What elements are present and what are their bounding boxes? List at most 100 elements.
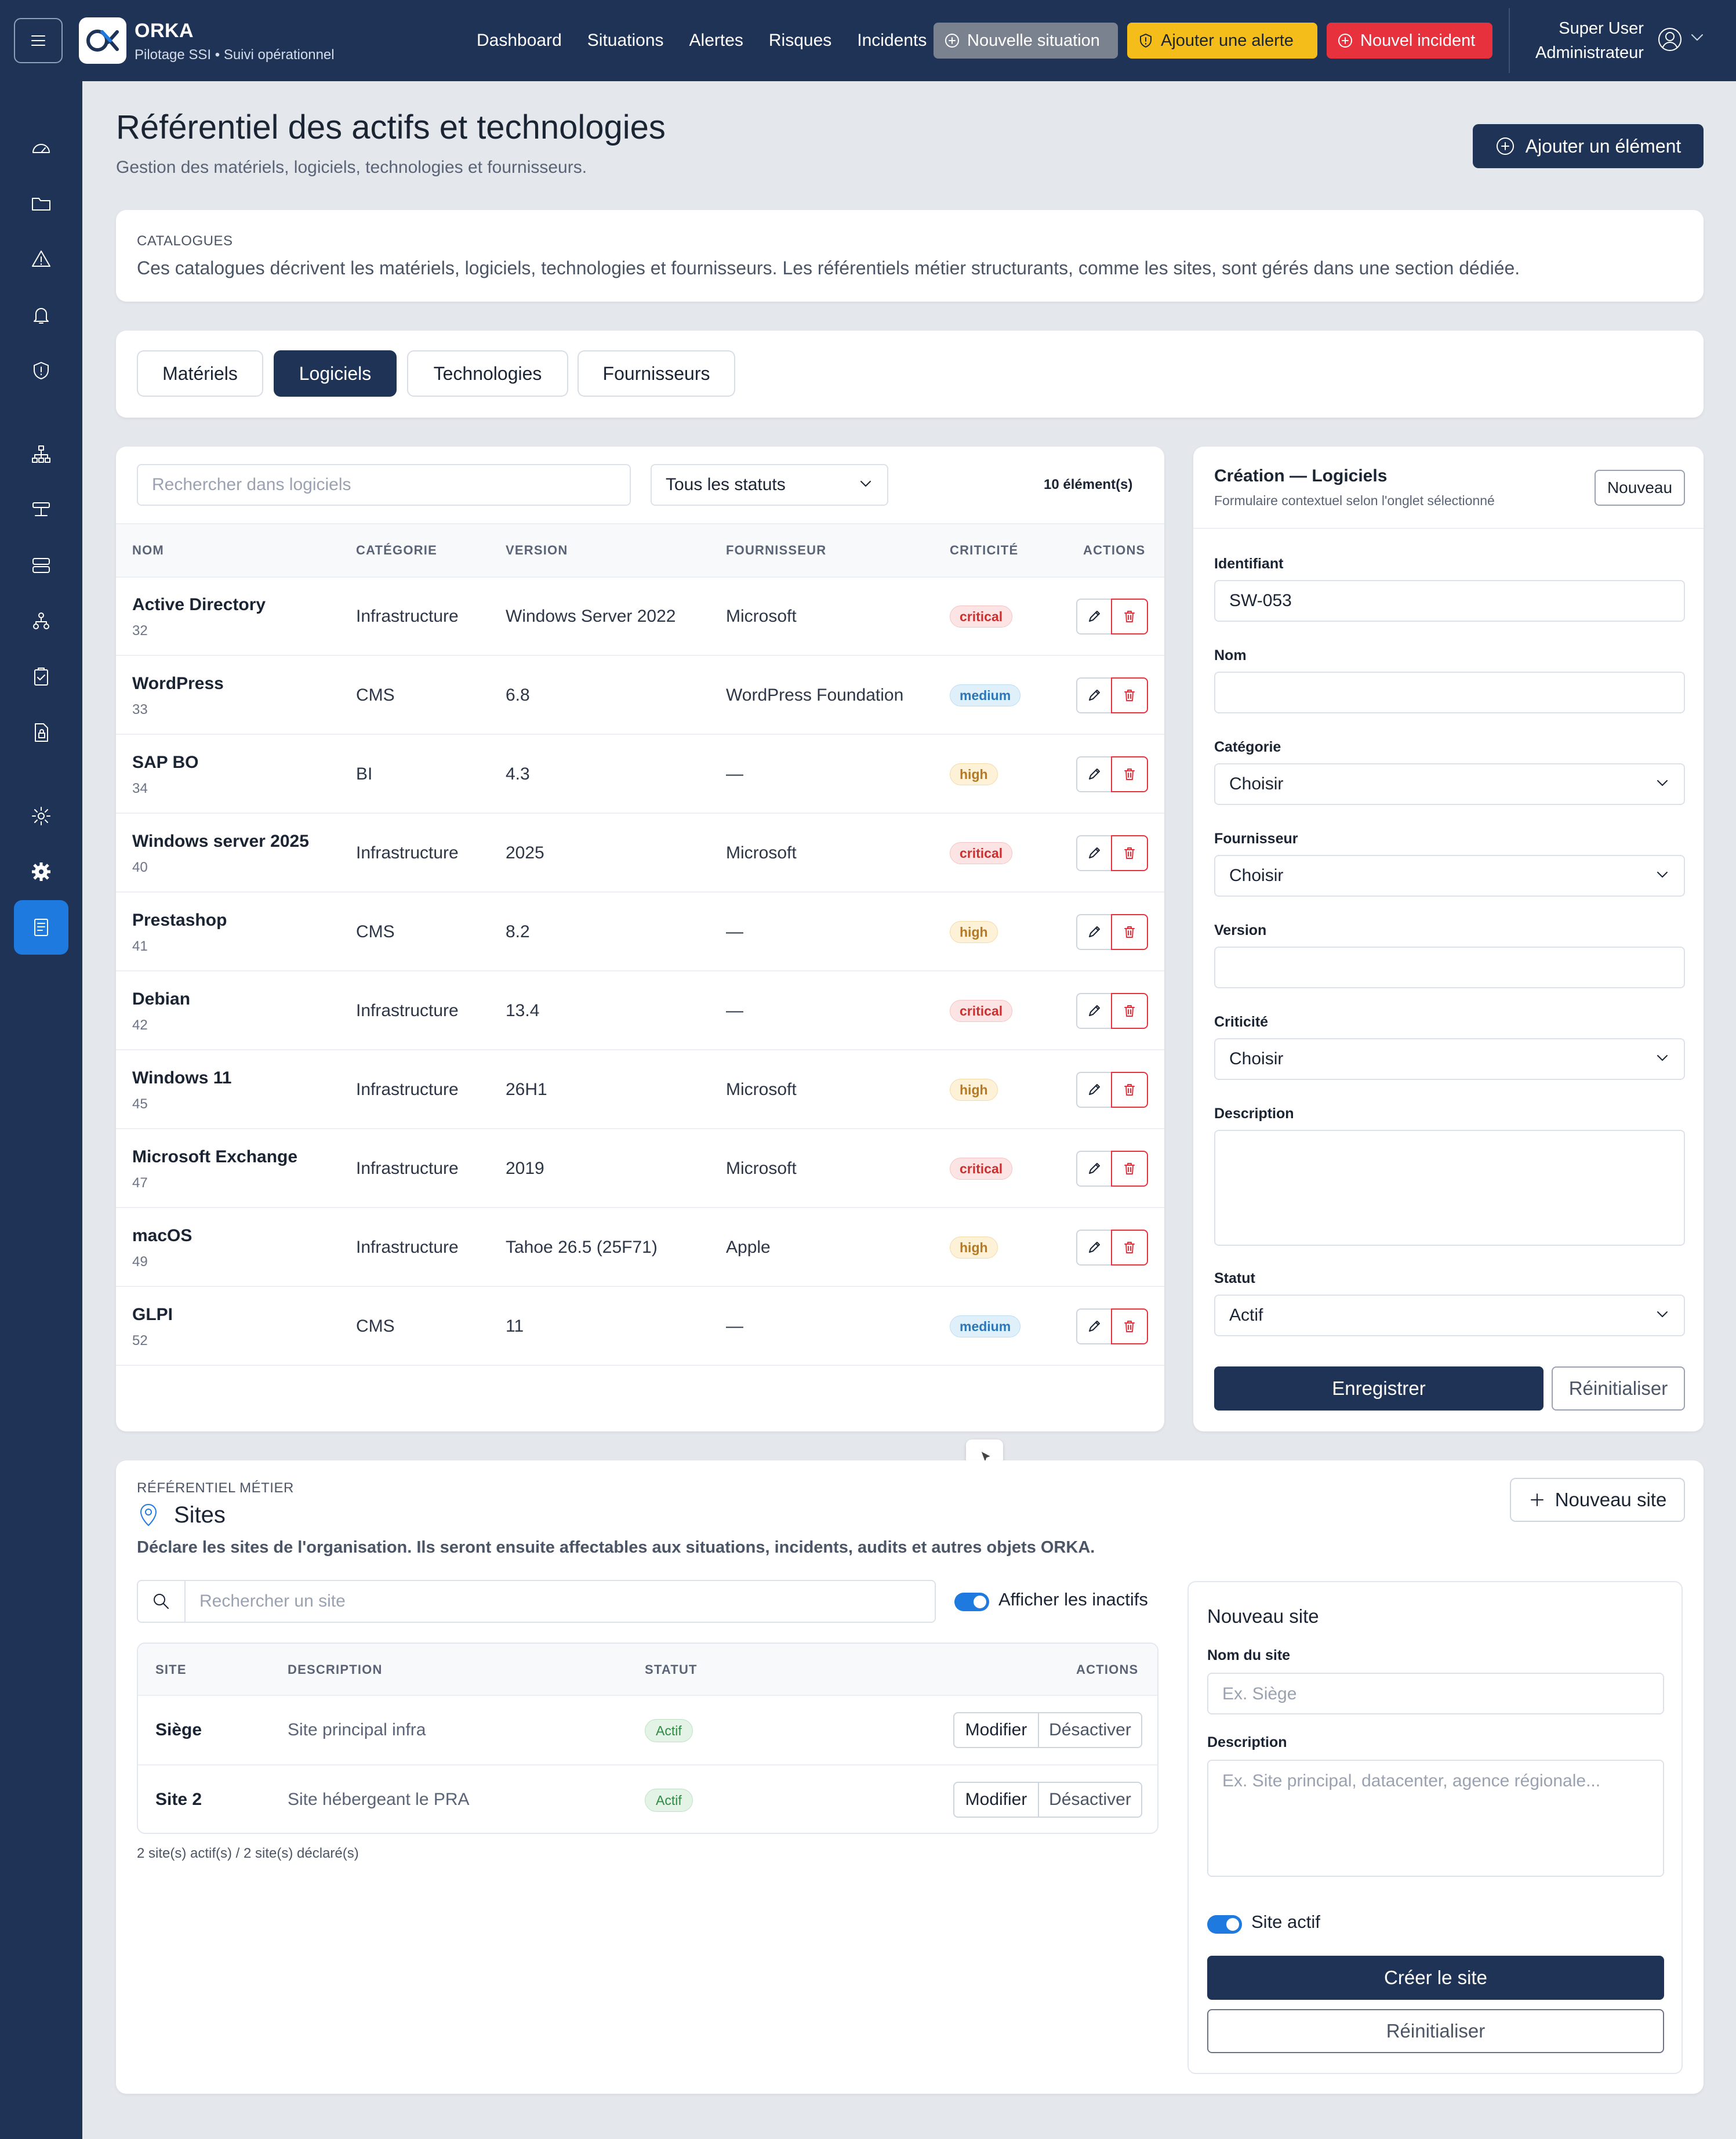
name-input[interactable] [1214,672,1685,713]
col-version[interactable]: VERSION [506,543,568,558]
status-select[interactable]: Actif [1214,1295,1685,1336]
page-subtitle: Gestion des matériels, logiciels, techno… [116,158,587,177]
delete-button[interactable] [1111,1230,1148,1266]
col-criticite[interactable]: CRITICITÉ [950,543,1018,558]
delete-button[interactable] [1111,599,1148,635]
sidebar-notifications[interactable] [14,288,68,342]
site-description-textarea[interactable]: Ex. Site principal, datacenter, agence r… [1207,1760,1664,1877]
sidebar-users[interactable] [14,594,68,648]
nav-incidents[interactable]: Incidents [844,23,939,58]
edit-button[interactable] [1076,1151,1112,1187]
sidebar-security[interactable] [14,343,68,398]
edit-button[interactable] [1076,756,1112,792]
delete-button[interactable] [1111,1151,1148,1187]
vendor-select[interactable]: Choisir [1214,855,1685,897]
tab-logiciels[interactable]: Logiciels [274,350,397,397]
trash-icon [1124,847,1135,859]
sidebar-admin[interactable] [14,844,68,899]
tab-materiels[interactable]: Matériels [137,350,263,397]
save-button[interactable]: Enregistrer [1214,1366,1543,1411]
delete-button[interactable] [1111,1308,1148,1344]
delete-button[interactable] [1111,914,1148,950]
software-name: Windows 11 [132,1068,232,1087]
id-input[interactable]: SW-053 [1214,580,1685,622]
delete-button[interactable] [1111,835,1148,871]
sidebar-alerts[interactable] [14,232,68,287]
users-tree-icon [33,612,49,629]
edit-button[interactable] [1076,993,1112,1029]
edit-button[interactable] [1076,914,1112,950]
nav-alertes[interactable]: Alertes [677,23,756,58]
user-menu[interactable]: Super User Administrateur [1535,16,1644,65]
sidebar-documents[interactable] [14,705,68,760]
site-search[interactable]: Rechercher un site [137,1580,936,1623]
version-input[interactable] [1214,947,1685,988]
new-incident-button[interactable]: Nouvel incident [1327,23,1492,59]
edit-button[interactable] [1076,599,1112,635]
edit-site-button[interactable]: Modifier [953,1782,1039,1818]
orka-logo[interactable] [79,17,126,64]
edit-button[interactable] [1076,1230,1112,1266]
table-row: macOS 49 Infrastructure Tahoe 26.5 (25F71) A… [116,1209,1164,1287]
nav-risques[interactable]: Risques [756,23,844,58]
status-filter-select[interactable]: Tous les statuts [651,464,888,506]
description-textarea[interactable] [1214,1130,1685,1246]
tab-technologies[interactable]: Technologies [407,350,568,397]
software-vendor: Microsoft [726,1159,797,1178]
criticality-select[interactable]: Choisir [1214,1038,1685,1080]
reset-site-button[interactable]: Réinitialiser [1207,2009,1664,2053]
deactivate-site-button[interactable]: Désactiver [1038,1712,1142,1748]
create-site-button[interactable]: Créer le site [1207,1956,1664,2000]
site-name-input[interactable]: Ex. Siège [1207,1673,1664,1714]
add-element-button[interactable]: Ajouter un élément [1473,124,1704,168]
user-avatar[interactable] [1657,27,1683,52]
col-categorie[interactable]: CATÉGORIE [356,543,437,558]
edit-button[interactable] [1076,1308,1112,1344]
sidebar-catalog[interactable] [14,900,68,955]
sidebar-organization[interactable] [14,427,68,481]
trash-icon [1124,1163,1135,1174]
category-select[interactable]: Choisir [1214,763,1685,805]
software-search-input[interactable]: Rechercher dans logiciels [137,464,631,506]
delete-button[interactable] [1111,993,1148,1029]
edit-button[interactable] [1076,677,1112,713]
delete-button[interactable] [1111,756,1148,792]
sidebar-situations[interactable] [14,176,68,231]
site-active-toggle[interactable] [1207,1915,1242,1934]
tab-fournisseurs[interactable]: Fournisseurs [578,350,735,397]
sidebar-dashboard[interactable] [14,121,68,175]
edit-button[interactable] [1076,835,1112,871]
table-row: Windows 11 45 Infrastructure 26H1 Microsoft h… [116,1051,1164,1129]
add-alert-label: Ajouter une alerte [1161,31,1294,50]
edit-button[interactable] [1076,1072,1112,1108]
menu-toggle-button[interactable] [14,18,63,63]
deactivate-site-button[interactable]: Désactiver [1038,1782,1142,1818]
nav-dashboard[interactable]: Dashboard [464,23,575,58]
delete-button[interactable] [1111,677,1148,713]
col-fournisseur[interactable]: FOURNISSEUR [726,543,826,558]
software-vendor: — [726,764,743,784]
criticality-badge: medium [950,684,1021,706]
sidebar-settings[interactable] [14,789,68,843]
col-nom[interactable]: NOM [132,543,164,558]
show-inactive-toggle[interactable] [954,1593,989,1611]
sidebar-audits[interactable] [14,650,68,704]
site-search-input[interactable]: Rechercher un site [199,1591,346,1611]
new-site-button[interactable]: Nouveau site [1510,1478,1685,1522]
map-pin-icon [137,1502,160,1528]
software-vendor: — [726,1001,743,1020]
edit-site-button[interactable]: Modifier [953,1712,1039,1748]
sites-section-label: RÉFÉRENTIEL MÉTIER [137,1480,294,1496]
delete-button[interactable] [1111,1072,1148,1108]
user-menu-chevron[interactable] [1690,31,1705,43]
bell-icon [34,308,49,324]
sidebar-network[interactable] [14,483,68,537]
add-alert-button[interactable]: Ajouter une alerte [1127,23,1317,59]
chevron-down-icon [1691,34,1703,41]
new-situation-button[interactable]: Nouvelle situation [934,23,1118,59]
status-badge: Actif [645,1789,693,1812]
nav-situations[interactable]: Situations [575,23,677,58]
form-new-button[interactable]: Nouveau [1595,470,1685,506]
reset-button[interactable]: Réinitialiser [1552,1366,1685,1411]
sidebar-servers[interactable] [14,538,68,593]
